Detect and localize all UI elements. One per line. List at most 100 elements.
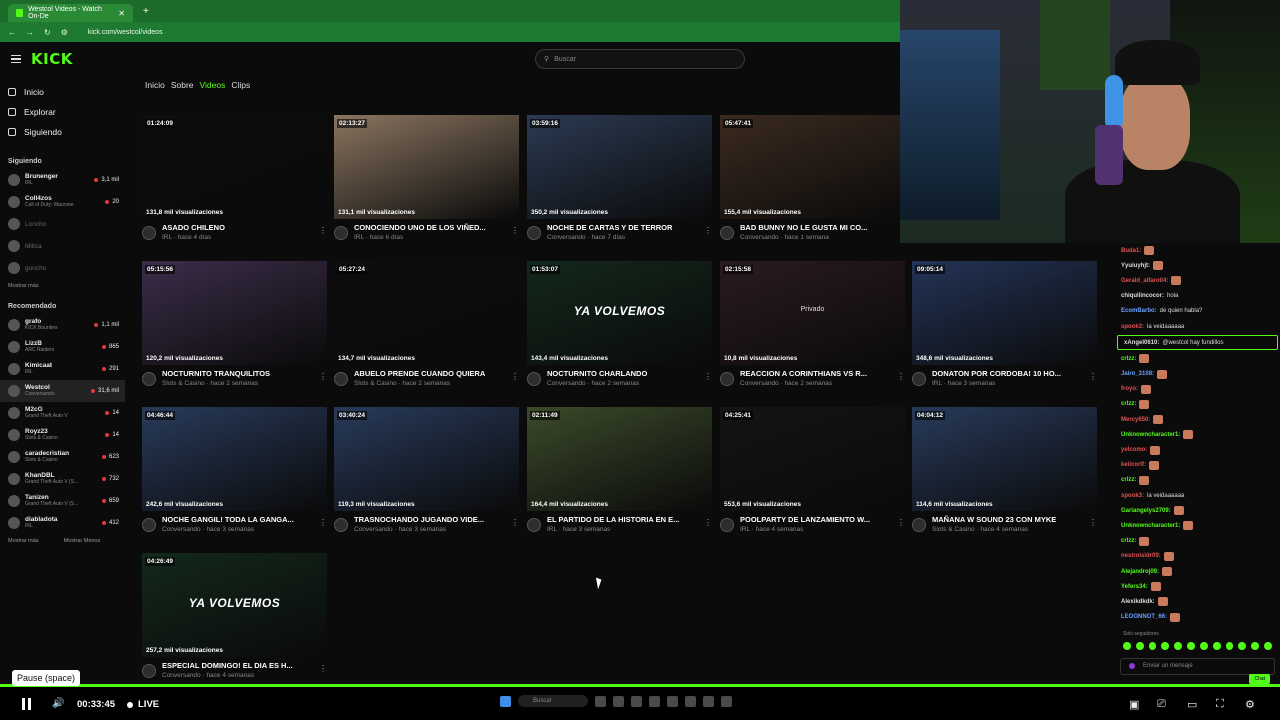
emote-icon[interactable] [1135,641,1144,650]
channel-item[interactable]: Tanizen Grand Theft Auto V (S... 659 [0,490,125,512]
chat-username[interactable]: Yefers34: [1121,584,1148,590]
emote-icon[interactable] [1225,641,1234,650]
sidebar-item-explorar[interactable]: Explorar [8,102,117,122]
taskbar-app-icon[interactable] [667,695,678,707]
theater-mode-icon[interactable]: ▭ [1187,698,1197,711]
emote-icon[interactable] [1264,641,1272,650]
show-more-button[interactable]: Mostrar más [8,283,39,289]
chat-username[interactable]: Alejandroj09: [1121,569,1159,575]
chat-username[interactable]: nestroisidr09: [1121,553,1161,559]
chat-username[interactable]: spook3: [1121,324,1144,330]
cast-icon[interactable]: ⎚ [1157,698,1166,711]
channel-avatar[interactable] [527,518,541,532]
video-title[interactable]: NOCHE DE CARTAS Y DE TERROR [547,223,698,232]
channel-avatar[interactable] [334,226,348,240]
chat-username[interactable]: Buda1: [1121,248,1141,254]
emote-icon[interactable] [1251,641,1260,650]
video-card[interactable]: 04:04:12 114,6 mil visualizaciones MAÑANA … [912,407,1097,533]
channel-avatar[interactable] [912,372,926,386]
emote-icon[interactable] [1148,641,1157,650]
chat-username[interactable]: crlzz: [1121,538,1136,544]
pause-button[interactable] [22,698,34,710]
channel-item[interactable]: Westcol Conversando 31,6 mil [0,380,125,402]
channel-avatar[interactable] [912,518,926,532]
chat-username[interactable]: Jairo_3108: [1121,371,1154,377]
video-title[interactable]: ABUELO PRENDE CUANDO QUIERA [354,369,505,378]
taskbar-app-icon[interactable] [703,695,714,707]
tab-videos[interactable]: Videos [200,80,226,90]
video-title[interactable]: TRASNOCHANDO JUGANDO VIDE... [354,515,505,524]
more-options-icon[interactable]: ⋮ [511,372,519,387]
tab-inicio[interactable]: Inicio [145,80,165,90]
settings-gear-icon[interactable]: ⚙ [1245,698,1255,711]
channel-avatar[interactable] [720,226,734,240]
channel-item[interactable]: Coll4zos Call of Duty: Warzone 20 [0,191,125,213]
more-options-icon[interactable]: ⋮ [704,372,712,387]
emote-icon[interactable] [1238,641,1247,650]
emote-icon[interactable] [1161,641,1170,650]
sidebar-item-inicio[interactable]: Inicio [8,82,117,102]
more-options-icon[interactable]: ⋮ [897,518,905,533]
chat-username[interactable]: crlzz: [1121,477,1136,483]
video-title[interactable]: EL PARTIDO DE LA HISTORIA EN E... [547,515,698,524]
video-card[interactable]: 03:40:24 119,3 mil visualizaciones TRASNOC… [334,407,519,533]
video-card[interactable]: 02:15:58 Privado 10,8 mil visualizaciones R… [720,261,905,387]
channel-avatar[interactable] [334,518,348,532]
taskbar-app-icon[interactable] [685,695,696,707]
more-options-icon[interactable]: ⋮ [319,518,327,533]
video-card[interactable]: 02:11:49 164,4 mil visualizaciones EL PART… [527,407,712,533]
chat-username[interactable]: spook3: [1121,493,1144,499]
chat-username[interactable]: Yyuiuyhjt: [1121,263,1150,269]
channel-item[interactable]: Milica [0,235,125,257]
browser-tab[interactable]: Westcol Videos - Watch On-De ✕ [8,4,133,22]
video-title[interactable]: DONATON POR CORDOBA! 10 HO... [932,369,1083,378]
tab-clips[interactable]: Clips [231,80,250,90]
video-thumbnail[interactable]: 01:24:09 131,8 mil visualizaciones [142,115,327,219]
video-card[interactable]: 09:05:14 348,6 mil visualizaciones DONATON… [912,261,1097,387]
show-more-button-2[interactable]: Mostrar más [8,538,39,544]
windows-start-icon[interactable] [500,695,511,707]
channel-avatar[interactable] [142,664,156,678]
video-thumbnail[interactable]: 05:27:24 134,7 mil visualizaciones [334,261,519,365]
menu-icon[interactable] [11,54,21,64]
more-options-icon[interactable]: ⋮ [1089,372,1097,387]
search-input[interactable]: ⚲ Buscar [535,49,745,69]
video-thumbnail[interactable]: 02:15:58 Privado 10,8 mil visualizaciones [720,261,905,365]
video-title[interactable]: MAÑANA W SOUND 23 CON MYKE [932,515,1083,524]
chat-username[interactable]: crlzz: [1121,356,1136,362]
channel-item[interactable]: KhanDBL Grand Theft Auto V (S... 732 [0,468,125,490]
more-options-icon[interactable]: ⋮ [897,372,905,387]
chat-username[interactable]: xAngel0610: [1124,340,1159,346]
video-card[interactable]: 04:26:49 YA VOLVEMOS 257,2 mil visualizaci… [142,553,327,679]
more-options-icon[interactable]: ⋮ [319,372,327,387]
live-button[interactable]: LIVE [127,699,159,710]
chat-username[interactable]: Gariangelys2709: [1121,508,1171,514]
channel-avatar[interactable] [720,518,734,532]
chat-username[interactable]: keiicorlf: [1121,462,1146,468]
emote-icon[interactable] [1187,641,1195,650]
chat-send-button[interactable]: Chat [1249,674,1270,684]
video-title[interactable]: CONOCIENDO UNO DE LOS VIÑED... [354,223,505,232]
channel-item[interactable]: Royz23 Slots & Casino 14 [0,424,125,446]
channel-avatar[interactable] [142,226,156,240]
video-thumbnail[interactable]: 04:25:41 553,6 mil visualizaciones [720,407,905,511]
video-title[interactable]: ESPECIAL DOMINGO! EL DIA ES H... [162,661,313,670]
video-thumbnail[interactable]: 09:05:14 348,6 mil visualizaciones [912,261,1097,365]
video-thumbnail[interactable]: 01:53:07 YA VOLVEMOS 143,4 mil visualizaci… [527,261,712,365]
chat-input[interactable]: Enviar un mensaje [1120,657,1275,675]
video-card[interactable]: 02:13:27 131,1 mil visualizaciones CONOCIE… [334,115,519,241]
more-options-icon[interactable]: ⋮ [511,518,519,533]
show-less-button[interactable]: Mostrar Menos [64,538,101,544]
video-card[interactable]: 01:24:09 131,8 mil visualizaciones ASADO C… [142,115,327,241]
video-title[interactable]: NOCHE GANGIL! TODA LA GANGA... [162,515,313,524]
channel-item[interactable]: Kimicaat IRL 291 [0,358,125,380]
video-card[interactable]: 01:53:07 YA VOLVEMOS 143,4 mil visualizaci… [527,261,712,387]
chat-username[interactable]: Alexikdkdk: [1121,599,1155,605]
more-options-icon[interactable]: ⋮ [511,226,519,241]
video-thumbnail[interactable]: 04:46:44 242,6 mil visualizaciones [142,407,327,511]
video-title[interactable]: BAD BUNNY NO LE GUSTA MI CO... [740,223,891,232]
channel-item[interactable]: caradecristian Slots & Casino 623 [0,446,125,468]
volume-icon[interactable]: 🔊 [52,698,64,709]
video-card[interactable]: 04:46:44 242,6 mil visualizaciones NOCHE G… [142,407,327,533]
forward-icon[interactable]: → [26,28,34,37]
